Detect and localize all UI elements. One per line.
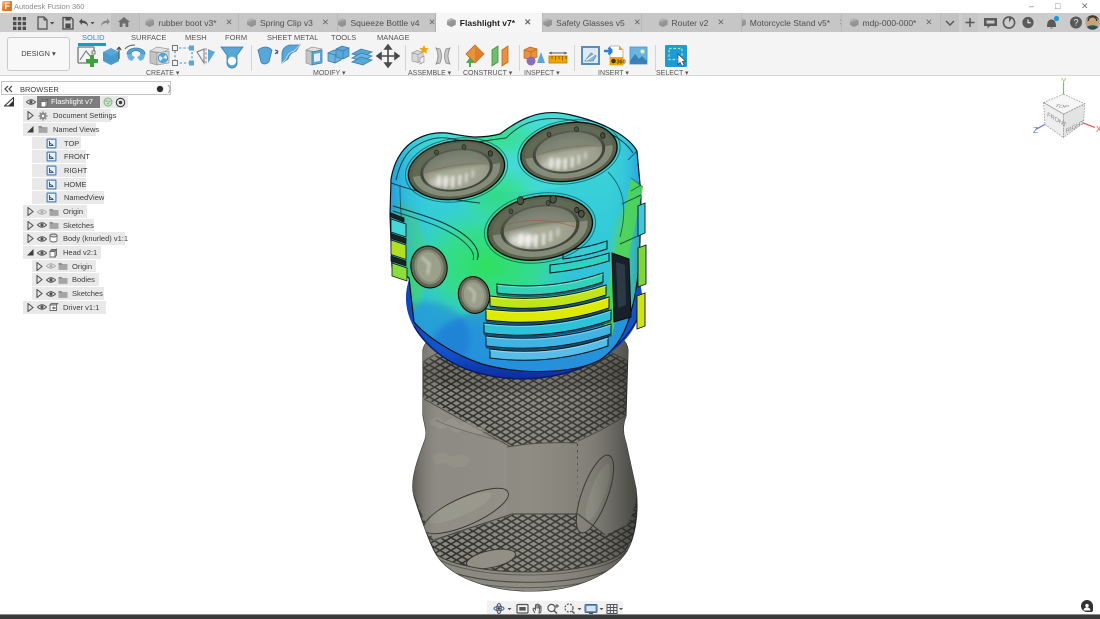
svg-text:X: X <box>1096 125 1100 134</box>
svg-text:360: 360 <box>617 60 626 66</box>
svg-text:BROWSER: BROWSER <box>20 85 59 94</box>
svg-text:?: ? <box>1073 18 1078 28</box>
svg-text:Y: Y <box>1061 77 1067 86</box>
svg-text:Z: Z <box>1033 126 1038 135</box>
